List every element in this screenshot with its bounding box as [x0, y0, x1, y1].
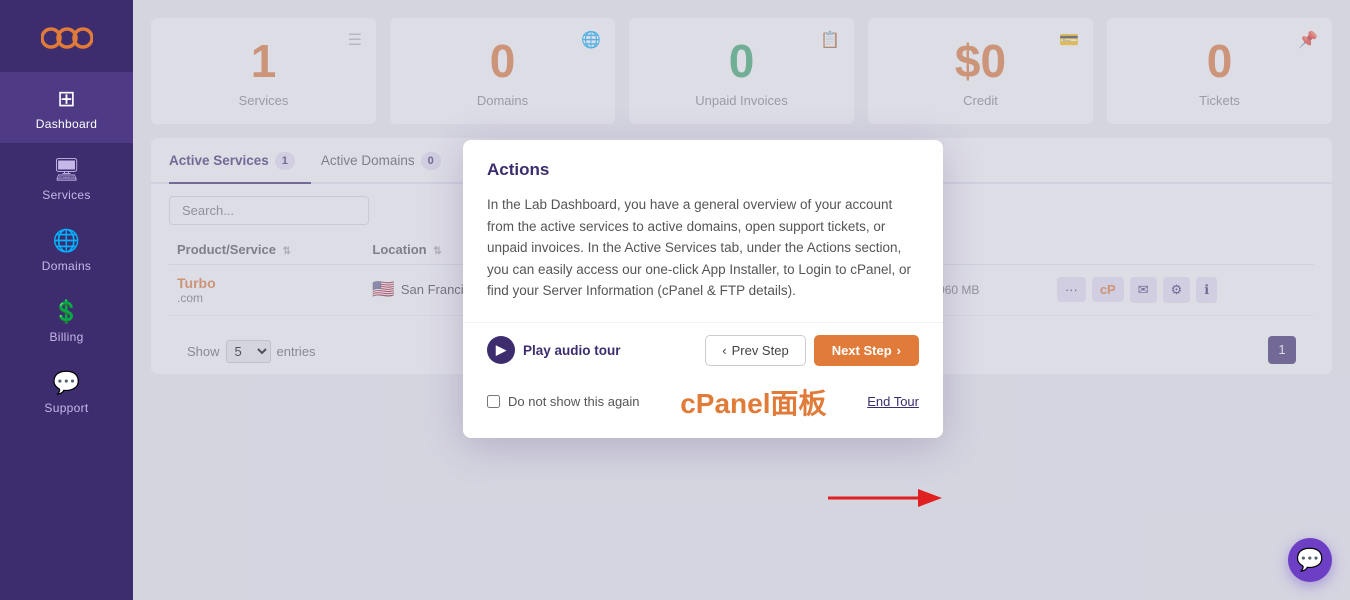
support-icon: 💬: [53, 370, 80, 396]
sidebar-item-label: Billing: [49, 330, 83, 344]
chat-icon: 💬: [1296, 547, 1323, 573]
checkbox-label: Do not show this again: [508, 394, 640, 409]
sidebar-item-services[interactable]: 🖥 Services: [0, 143, 133, 214]
checkbox-row: Do not show this again: [487, 394, 640, 409]
next-label: Next Step: [832, 343, 892, 358]
dashboard-icon: ⊞: [57, 86, 75, 112]
sidebar-item-dashboard[interactable]: ⊞ Dashboard: [0, 72, 133, 143]
domains-icon: 🌐: [53, 228, 80, 254]
next-step-button[interactable]: Next Step ›: [814, 335, 919, 366]
modal-body: In the Lab Dashboard, you have a general…: [463, 180, 943, 322]
services-icon: 🖥: [53, 157, 81, 183]
modal-bottom-row: Do not show this again cPanel面板 End Tour: [463, 382, 943, 438]
cpanel-annotation-text: cPanel面板: [680, 382, 826, 422]
main-content: ☰ 1 Services 🌐 0 Domains 📋 0 Unpaid Invo…: [133, 0, 1350, 600]
end-tour-button[interactable]: End Tour: [867, 394, 919, 409]
nav-buttons: ‹ Prev Step Next Step ›: [705, 335, 919, 366]
modal-title: Actions: [463, 140, 943, 180]
next-chevron-icon: ›: [897, 343, 901, 358]
sidebar-item-domains[interactable]: 🌐 Domains: [0, 214, 133, 285]
billing-icon: 💲: [53, 299, 80, 325]
sidebar-item-label: Support: [44, 401, 88, 415]
prev-step-button[interactable]: ‹ Prev Step: [705, 335, 805, 366]
prev-label: Prev Step: [732, 343, 789, 358]
modal-footer: ▶ Play audio tour ‹ Prev Step Next Step …: [463, 322, 943, 382]
sidebar-item-label: Services: [42, 188, 90, 202]
sidebar-item-billing[interactable]: 💲 Billing: [0, 285, 133, 356]
actions-modal: Actions In the Lab Dashboard, you have a…: [463, 140, 943, 438]
prev-chevron-icon: ‹: [722, 343, 726, 358]
sidebar-item-label: Domains: [42, 259, 91, 273]
play-icon: ▶: [487, 336, 515, 364]
sidebar-item-label: Dashboard: [36, 117, 97, 131]
sidebar: ⊞ Dashboard 🖥 Services 🌐 Domains 💲 Billi…: [0, 0, 133, 600]
sidebar-item-support[interactable]: 💬 Support: [0, 356, 133, 427]
sidebar-logo: [0, 0, 133, 72]
do-not-show-checkbox[interactable]: [487, 395, 500, 408]
chat-bubble-button[interactable]: 💬: [1288, 538, 1332, 582]
play-label: Play audio tour: [523, 343, 621, 358]
play-audio-button[interactable]: ▶ Play audio tour: [487, 336, 621, 364]
